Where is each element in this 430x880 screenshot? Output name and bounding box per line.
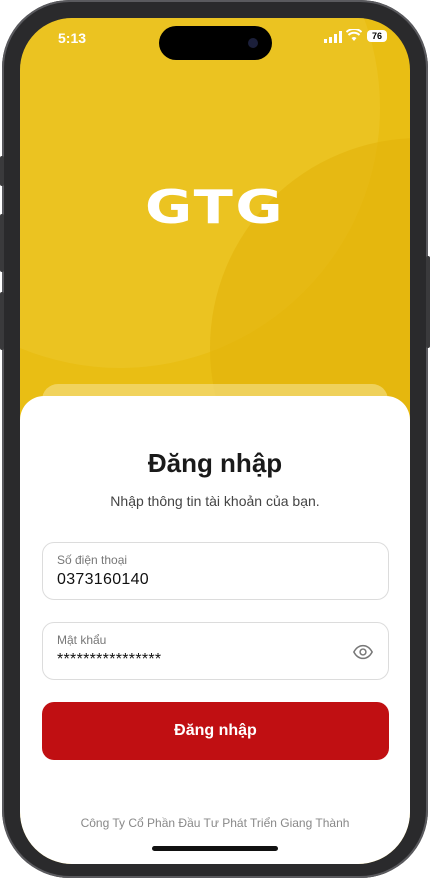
camera-icon <box>248 38 258 48</box>
signal-icon <box>324 31 342 43</box>
wifi-icon <box>346 29 362 41</box>
app-screen: 5:13 76 GTG Đăng nhập Nhập thông tin tài… <box>20 18 410 864</box>
login-sheet: Đăng nhập Nhập thông tin tài khoản của b… <box>20 396 410 864</box>
dynamic-island <box>159 26 272 60</box>
status-time: 5:13 <box>58 30 87 46</box>
power-button <box>426 256 430 348</box>
brand-logo: GTG <box>144 180 286 234</box>
password-field[interactable]: Mật khẩu **************** <box>42 622 389 680</box>
battery-icon: 76 <box>367 30 387 42</box>
page-title: Đăng nhập <box>147 448 283 478</box>
phone-input[interactable]: 0373160140 <box>57 571 149 589</box>
volume-down-button <box>0 292 4 350</box>
password-field-label: Mật khẩu <box>57 633 107 647</box>
password-input[interactable]: **************** <box>57 651 161 669</box>
phone-field-label: Số điện thoại <box>57 553 128 567</box>
company-footer: Công Ty Cổ Phần Đầu Tư Phát Triển Giang … <box>80 816 350 830</box>
home-indicator[interactable] <box>152 846 278 851</box>
mute-switch <box>0 156 4 186</box>
login-button[interactable]: Đăng nhập <box>42 702 389 760</box>
eye-icon[interactable] <box>352 641 374 663</box>
volume-up-button <box>0 214 4 272</box>
phone-field[interactable]: Số điện thoại 0373160140 <box>42 542 389 600</box>
page-subtitle: Nhập thông tin tài khoản của bạn. <box>110 493 320 509</box>
status-bar: 5:13 76 <box>20 18 410 60</box>
